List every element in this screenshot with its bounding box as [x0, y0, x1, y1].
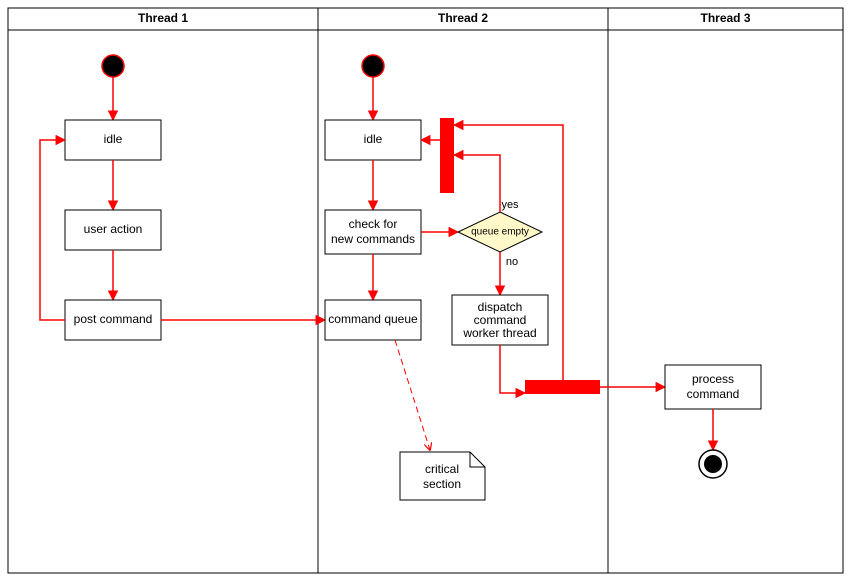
- activity-diagram: Thread 1 Thread 2 Thread 3 idle user act…: [0, 0, 851, 581]
- label-t2-check-2: new commands: [331, 232, 415, 246]
- lane-title-2: Thread 2: [438, 11, 488, 25]
- sync-bar-bottom: [525, 380, 600, 394]
- label-t2-dispatch-3: worker thread: [462, 326, 536, 340]
- label-t1-postcommand: post command: [74, 312, 153, 326]
- end-node-t3: [699, 450, 727, 478]
- lane-title-1: Thread 1: [138, 11, 188, 25]
- node-t2-decision: queue empty: [458, 212, 542, 252]
- label-t2-queue: command queue: [328, 312, 418, 326]
- edge-decision-yes-to-bar: [454, 155, 500, 212]
- label-t2-idle: idle: [364, 132, 383, 146]
- label-t1-idle: idle: [104, 132, 123, 146]
- edge-t1-post-loop-idle: [40, 140, 65, 320]
- note-line2: section: [423, 477, 461, 491]
- label-t3-process-2: command: [687, 387, 740, 401]
- label-t2-check-1: check for: [349, 217, 398, 231]
- label-t2-decision: queue empty: [471, 227, 529, 238]
- label-decision-no: no: [506, 256, 518, 268]
- label-t2-dispatch-1: dispatch: [478, 300, 523, 314]
- note-line1: critical: [425, 462, 459, 476]
- label-decision-yes: yes: [501, 199, 519, 211]
- label-t3-process-1: process: [692, 372, 734, 386]
- label-t2-dispatch-2: command: [474, 313, 527, 327]
- start-node-t2: [362, 55, 384, 77]
- edge-dispatch-to-bottombar: [500, 345, 525, 393]
- sync-bar-top: [440, 118, 454, 193]
- edge-queue-to-note: [395, 340, 430, 450]
- lane-title-3: Thread 3: [700, 11, 750, 25]
- start-node-t1: [102, 55, 124, 77]
- note-critical-section: critical section: [400, 452, 485, 500]
- label-t1-useraction: user action: [84, 222, 143, 236]
